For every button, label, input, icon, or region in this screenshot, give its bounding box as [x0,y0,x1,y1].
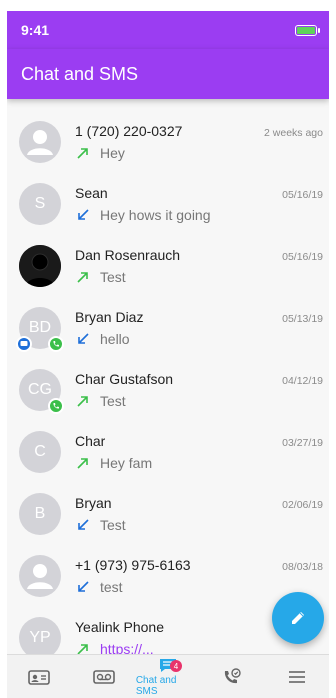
message-preview: Test [100,269,126,285]
person-icon [27,564,53,589]
outgoing-arrow-icon [77,458,88,469]
contact-name: +1 (973) 975-6163 [75,557,191,573]
contact-name: Yealink Phone [75,619,165,635]
avatar-placeholder [19,121,61,163]
call-history-icon [225,667,242,683]
outgoing-arrow-icon [77,148,88,159]
message-date: 05/16/19 [282,189,323,201]
incoming-arrow-icon [78,581,89,592]
contact-name: Dan Rosenrauch [75,247,181,263]
tab-calls[interactable] [200,655,264,698]
tab-menu[interactable] [265,655,329,698]
avatar-initials: BD [28,319,52,336]
avatar-initials: C [19,431,61,473]
avatar-initials: S [19,183,61,225]
conversation-row[interactable]: 1 (720) 220-0327 2 weeks ago Hey [7,111,329,173]
tab-label: Chat and SMS [135,674,177,697]
tab-voicemail[interactable] [71,655,135,698]
message-preview: Hey [100,145,125,161]
avatar-initials: B [19,493,61,535]
phone-badge-icon [48,398,64,414]
avatar-placeholder [19,555,61,597]
contact-name: Sean [75,185,108,201]
outgoing-arrow-icon [77,644,88,654]
contacts-card-icon [28,669,51,685]
person-icon [27,130,53,155]
hamburger-menu-icon [288,670,305,683]
message-date: 04/12/19 [282,375,323,387]
conversation-row[interactable]: BD Bryan Diaz 05/13/19 hello [7,297,329,359]
message-date: 05/13/19 [282,313,323,325]
contact-name: Char Gustafson [75,371,174,387]
message-preview: test [100,579,123,595]
bottom-tab-bar: 4 Chat and SMS [7,654,329,698]
tab-contacts[interactable] [7,655,71,698]
message-preview: hello [100,331,130,347]
conversation-row[interactable]: S Sean 05/16/19 Hey hows it going [7,173,329,235]
message-date: 03/27/19 [282,437,323,449]
unread-badge: 4 [170,660,183,672]
contact-name: 1 (720) 220-0327 [75,123,183,139]
app-bar: Chat and SMS [7,49,329,99]
conversation-list[interactable]: 1 (720) 220-0327 2 weeks ago Hey S Sean … [7,111,329,654]
battery-icon [295,24,320,36]
avatar-initials: YP [19,617,61,654]
voicemail-icon [92,669,115,684]
message-preview: Hey fam [100,455,153,471]
conversation-row[interactable]: CG Char Gustafson 04/12/19 Test [7,359,329,421]
incoming-arrow-icon [78,519,89,530]
contact-name: Bryan Diaz [75,309,144,325]
incoming-arrow-icon [78,209,89,220]
avatar-initials-wrapper: CG [19,369,64,414]
conversation-row[interactable]: C Char 03/27/19 Hey fam [7,421,329,483]
conversation-row[interactable]: Dan Rosenrauch 05/16/19 Test [7,235,329,297]
page-title: Chat and SMS [21,63,139,84]
phone-badge-icon [48,336,64,352]
message-preview: https://... [100,641,154,654]
avatar-photo [19,245,61,287]
contact-name: Bryan [75,495,112,511]
outgoing-arrow-icon [77,396,88,407]
contact-name: Char [75,433,106,449]
pencil-icon [292,612,304,624]
chat-badge-icon [16,336,32,352]
message-date: 05/16/19 [282,251,323,263]
avatar-initials-wrapper: BD [16,307,64,352]
status-time: 9:41 [21,22,50,38]
status-bar: 9:41 [7,11,329,49]
message-preview: Test [100,393,126,409]
outgoing-arrow-icon [77,272,88,283]
tab-chat-and-sms[interactable]: 4 Chat and SMS [136,655,200,698]
conversation-row[interactable]: B Bryan 02/06/19 Test [7,483,329,545]
message-date: 02/06/19 [282,499,323,511]
message-date: 08/03/18 [282,561,323,573]
message-preview: Test [100,517,126,533]
person-silhouette-icon [19,245,61,287]
compose-button[interactable] [272,592,324,644]
avatar-initials: CG [28,381,52,398]
message-preview: Hey hows it going [100,207,211,223]
incoming-arrow-icon [78,333,89,344]
app-screen: 9:41 Chat and SMS 1 (720) 220-0327 2 wee… [7,11,329,698]
message-date: 2 weeks ago [264,127,323,139]
